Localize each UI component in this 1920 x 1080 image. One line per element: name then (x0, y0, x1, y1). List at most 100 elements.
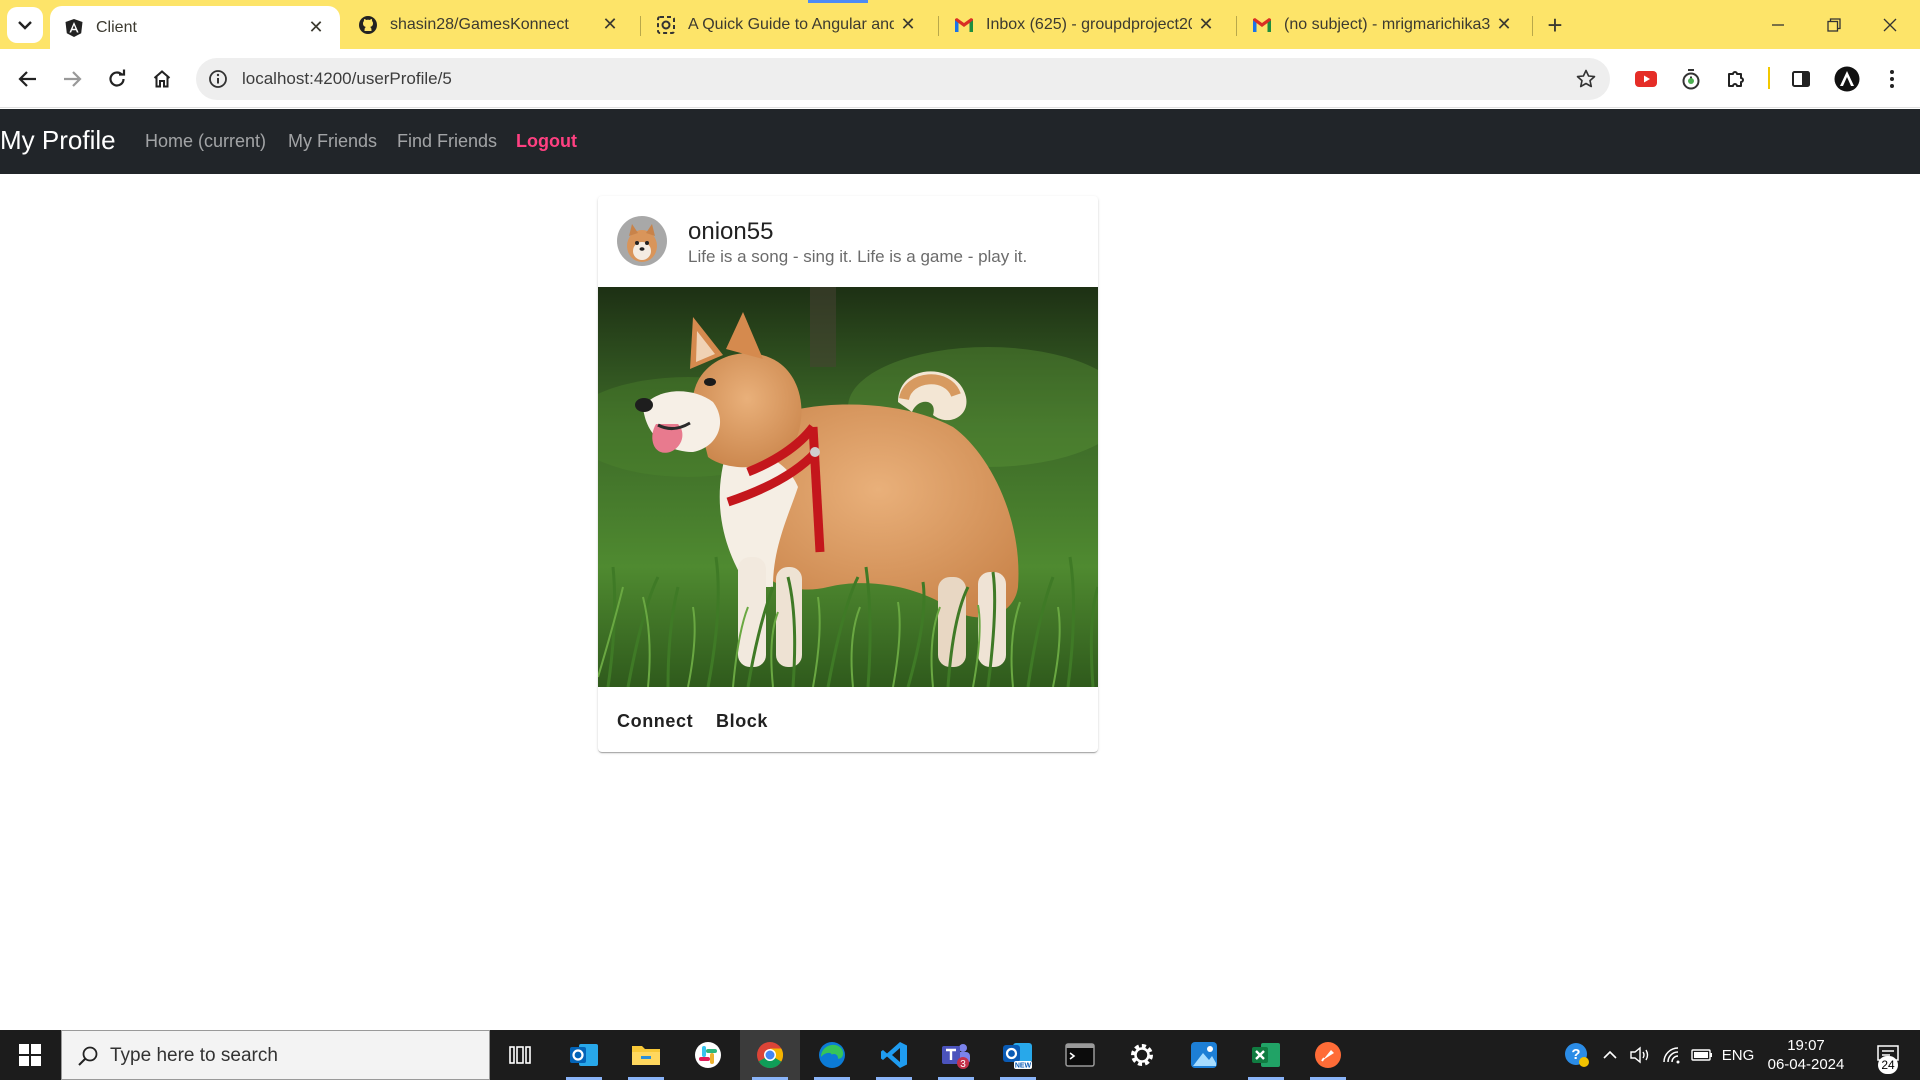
puzzle-icon (1728, 71, 1744, 87)
toolbar-divider (1768, 67, 1770, 89)
new-tab-button[interactable]: + (1538, 9, 1572, 41)
battery-button[interactable] (1688, 1030, 1716, 1080)
taskbar-postman[interactable] (1298, 1030, 1358, 1080)
profile-bio: Life is a song - sing it. Life is a game… (688, 247, 1028, 266)
github-icon (358, 15, 378, 35)
timer-extension-button[interactable] (1673, 61, 1709, 97)
taskbar-vscode[interactable] (864, 1030, 924, 1080)
postman-icon (1315, 1042, 1341, 1068)
network-button[interactable] (1658, 1030, 1686, 1080)
chevron-up-icon (1603, 1050, 1617, 1059)
show-hidden-icons-button[interactable] (1598, 1030, 1622, 1080)
clock-time: 19:07 (1787, 1037, 1825, 1054)
help-tray-button[interactable]: ? (1560, 1030, 1594, 1080)
taskbar-outlook[interactable] (554, 1030, 614, 1080)
taskbar-new-outlook[interactable]: NEW (988, 1030, 1048, 1080)
navbar-brand[interactable]: My Profile (0, 125, 116, 156)
profile-card-header: onion55 Life is a song - sing it. Life i… (598, 196, 1098, 287)
chrome-icon (757, 1042, 784, 1069)
taskbar-excel[interactable] (1236, 1030, 1296, 1080)
profile-card: onion55 Life is a song - sing it. Life i… (598, 196, 1098, 752)
windows-taskbar: Type here to search 3 NEW ? ENG 19:07 06… (0, 1030, 1920, 1080)
plus-icon: + (1547, 9, 1563, 40)
arrow-right-icon (64, 71, 82, 87)
help-icon: ? (1565, 1043, 1589, 1067)
taskbar-clock[interactable]: 19:07 06-04-2024 (1754, 1036, 1858, 1074)
tab-title: shasin28/GamesKonnect (390, 15, 569, 33)
taskbar-teams[interactable]: 3 (926, 1030, 986, 1080)
vscode-icon (881, 1042, 907, 1068)
menu-button[interactable] (1874, 61, 1910, 97)
close-icon[interactable]: ✕ (894, 11, 922, 39)
side-panel-icon (1792, 71, 1810, 87)
home-button[interactable] (144, 61, 180, 97)
browser-tab-strip: Client ✕ shasin28/GamesKonnect ✕ A Quick… (0, 0, 1920, 49)
taskbar-slack[interactable] (678, 1030, 738, 1080)
new-outlook-icon: NEW (1003, 1043, 1032, 1070)
outlook-icon (570, 1044, 598, 1066)
minimize-button[interactable] (1750, 0, 1806, 49)
forward-button[interactable] (54, 61, 90, 97)
profile-card-actions: Connect Block (598, 687, 1098, 752)
gmail-icon (954, 15, 974, 35)
speaker-icon (1630, 1046, 1649, 1064)
star-icon[interactable] (1574, 67, 1598, 91)
wifi-icon (1663, 1047, 1680, 1064)
block-button[interactable]: Block (708, 703, 776, 739)
folder-icon (632, 1046, 660, 1065)
youtube-extension-button[interactable] (1628, 61, 1664, 97)
connect-button[interactable]: Connect (609, 703, 701, 739)
taskbar-chrome[interactable] (740, 1030, 800, 1080)
close-icon[interactable]: ✕ (1192, 11, 1220, 39)
close-icon[interactable]: ✕ (302, 14, 330, 42)
taskbar-terminal[interactable] (1050, 1030, 1110, 1080)
gear-site-icon (656, 15, 676, 35)
gmail-icon (1252, 15, 1272, 35)
angular-icon (64, 18, 84, 38)
info-icon[interactable] (206, 67, 230, 91)
tab-title: A Quick Guide to Angular and C (688, 15, 894, 33)
new-badge: NEW (1015, 1063, 1032, 1070)
teams-badge-count: 3 (960, 1059, 966, 1069)
side-panel-button[interactable] (1783, 61, 1819, 97)
volume-button[interactable] (1626, 1030, 1654, 1080)
nav-link-find-friends[interactable]: Find Friends (397, 131, 497, 152)
restore-button[interactable] (1806, 0, 1862, 49)
taskbar-file-explorer[interactable] (616, 1030, 676, 1080)
taskbar-search-placeholder: Type here to search (110, 1045, 278, 1066)
taskbar-settings[interactable] (1112, 1030, 1172, 1080)
teams-icon: 3 (942, 1044, 970, 1069)
close-icon[interactable]: ✕ (596, 11, 624, 39)
nav-link-home[interactable]: Home (current) (145, 131, 266, 152)
kebab-menu-icon (1890, 70, 1894, 88)
tab-gmail-draft[interactable]: (no subject) - mrigmarichika33( ✕ (1238, 0, 1528, 49)
tab-gmail-inbox[interactable]: Inbox (625) - groupdproject202 ✕ (940, 0, 1230, 49)
clock-date: 06-04-2024 (1767, 1056, 1845, 1073)
address-bar[interactable]: localhost:4200/userProfile/5 (196, 58, 1610, 100)
taskbar-photos[interactable] (1174, 1030, 1234, 1080)
tab-title: Client (96, 18, 137, 36)
task-view-button[interactable] (490, 1030, 550, 1080)
tab-search-button[interactable] (7, 7, 43, 43)
extensions-button[interactable] (1718, 61, 1754, 97)
start-button[interactable] (0, 1030, 60, 1080)
youtube-icon (1635, 71, 1657, 87)
url-text[interactable]: localhost:4200/userProfile/5 (242, 69, 452, 89)
close-icon[interactable]: ✕ (1490, 11, 1518, 39)
gear-icon (1131, 1044, 1153, 1066)
window-close-button[interactable] (1862, 0, 1918, 49)
browser-toolbar: localhost:4200/userProfile/5 (0, 49, 1920, 108)
profile-button[interactable] (1829, 61, 1865, 97)
tab-separator (938, 16, 939, 36)
taskbar-search-box[interactable]: Type here to search (61, 1030, 490, 1080)
tab-github[interactable]: shasin28/GamesKonnect ✕ (344, 0, 634, 49)
tab-client[interactable]: Client ✕ (50, 6, 340, 49)
nav-link-logout[interactable]: Logout (516, 131, 577, 152)
nav-link-my-friends[interactable]: My Friends (288, 131, 377, 152)
taskbar-edge[interactable] (802, 1030, 862, 1080)
reload-button[interactable] (99, 61, 135, 97)
back-button[interactable] (10, 61, 46, 97)
battery-icon (1691, 1049, 1712, 1061)
tab-angular-guide[interactable]: A Quick Guide to Angular and C ✕ (642, 0, 932, 49)
language-indicator[interactable]: ENG (1718, 1030, 1758, 1080)
